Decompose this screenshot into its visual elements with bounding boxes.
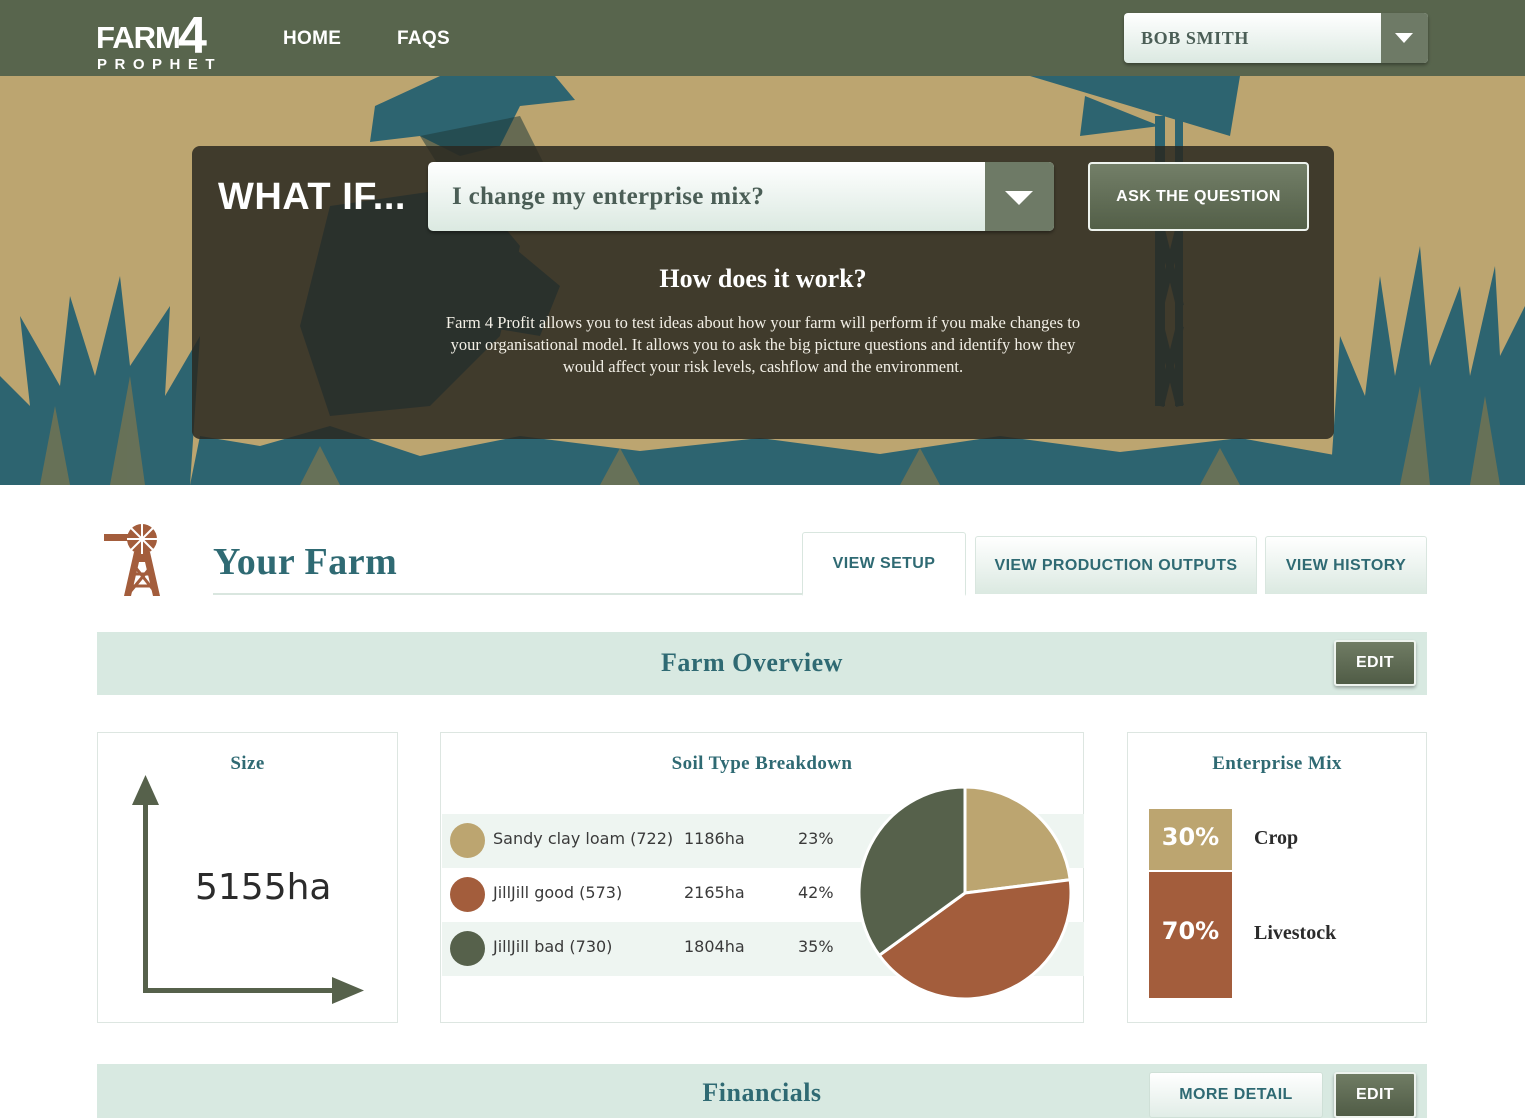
overview-edit-button[interactable]: EDIT [1334, 640, 1416, 686]
chevron-down-icon [1395, 33, 1413, 43]
farm-overview-title: Farm Overview [661, 648, 843, 677]
crop-bar: 30% [1149, 809, 1232, 870]
soil-area: 1804ha [684, 937, 745, 956]
question-select[interactable]: I change my enterprise mix? [428, 162, 1054, 231]
soil-percent: 23% [798, 829, 834, 848]
financials-bar: Financials MORE DETAIL EDIT [97, 1064, 1427, 1118]
how-it-works-heading: How does it work? [659, 264, 867, 293]
soil-card-title: Soil Type Breakdown [671, 753, 853, 774]
soil-legend-dot [450, 823, 485, 858]
windmill-icon [104, 524, 160, 596]
user-name: BOB SMITH [1141, 28, 1249, 48]
enterprise-mix-title: Enterprise Mix [1212, 753, 1342, 774]
your-farm-title: Your Farm [213, 541, 398, 583]
tab-view-setup[interactable]: VIEW SETUP [802, 532, 966, 596]
soil-name: JillJill good (573) [493, 883, 623, 902]
financials-edit-button[interactable]: EDIT [1334, 1072, 1416, 1118]
what-if-panel: WHAT IF... I change my enterprise mix? A… [192, 146, 1334, 439]
livestock-bar: 70% [1149, 872, 1232, 998]
soil-area: 2165ha [684, 883, 745, 902]
title-divider [213, 593, 803, 595]
question-selected-value: I change my enterprise mix? [452, 183, 765, 210]
soil-legend-dot [450, 877, 485, 912]
tab-view-production-outputs[interactable]: VIEW PRODUCTION OUTPUTS [975, 536, 1257, 594]
enterprise-mix-card: Enterprise Mix 30% Crop 70% Livestock [1127, 732, 1427, 1023]
soil-percent: 42% [798, 883, 834, 902]
chevron-down-icon [1005, 191, 1033, 205]
farm-overview-bar: Farm Overview EDIT [97, 632, 1427, 695]
size-card: Size 5155ha [97, 732, 398, 1023]
how-it-works-text: Farm 4 Profit allows you to test ideas a… [445, 313, 1081, 376]
soil-name: Sandy clay loam (722) [493, 829, 674, 848]
ask-question-button[interactable]: ASK THE QUESTION [1088, 162, 1309, 231]
top-nav: FARM 4 PROPHET HOME FAQS BOB SMITH [0, 0, 1525, 76]
more-detail-button[interactable]: MORE DETAIL [1149, 1072, 1323, 1118]
what-if-heading: WHAT IF... [218, 176, 406, 218]
logo-prophet-text: PROPHET [97, 56, 223, 73]
logo-farm-text: FARM [96, 20, 181, 55]
tab-view-history[interactable]: VIEW HISTORY [1265, 536, 1427, 594]
pie-slice-0 [963, 785, 1072, 895]
soil-area: 1186ha [684, 829, 745, 848]
nav-home-link[interactable]: HOME [283, 28, 341, 50]
crop-label: Crop [1254, 827, 1299, 849]
hero-banner: WHAT IF... I change my enterprise mix? A… [0, 76, 1525, 485]
user-menu-toggle[interactable] [1381, 13, 1428, 63]
livestock-percent: 70% [1161, 917, 1220, 945]
crop-percent: 30% [1161, 823, 1220, 851]
user-menu-select[interactable]: BOB SMITH [1124, 13, 1428, 63]
soil-name: JillJill bad (730) [493, 937, 613, 956]
soil-type-card: Soil Type Breakdown Sandy clay loam (722… [440, 732, 1084, 1023]
farm4prophet-logo[interactable]: FARM 4 PROPHET [96, 7, 221, 73]
farm-size-value: 5155ha [195, 867, 332, 908]
nav-faqs-link[interactable]: FAQS [397, 28, 450, 50]
soil-legend-dot [450, 931, 485, 966]
question-select-toggle[interactable] [985, 162, 1054, 231]
livestock-label: Livestock [1254, 922, 1337, 944]
soil-pie-chart [857, 785, 1073, 1001]
soil-percent: 35% [798, 937, 834, 956]
